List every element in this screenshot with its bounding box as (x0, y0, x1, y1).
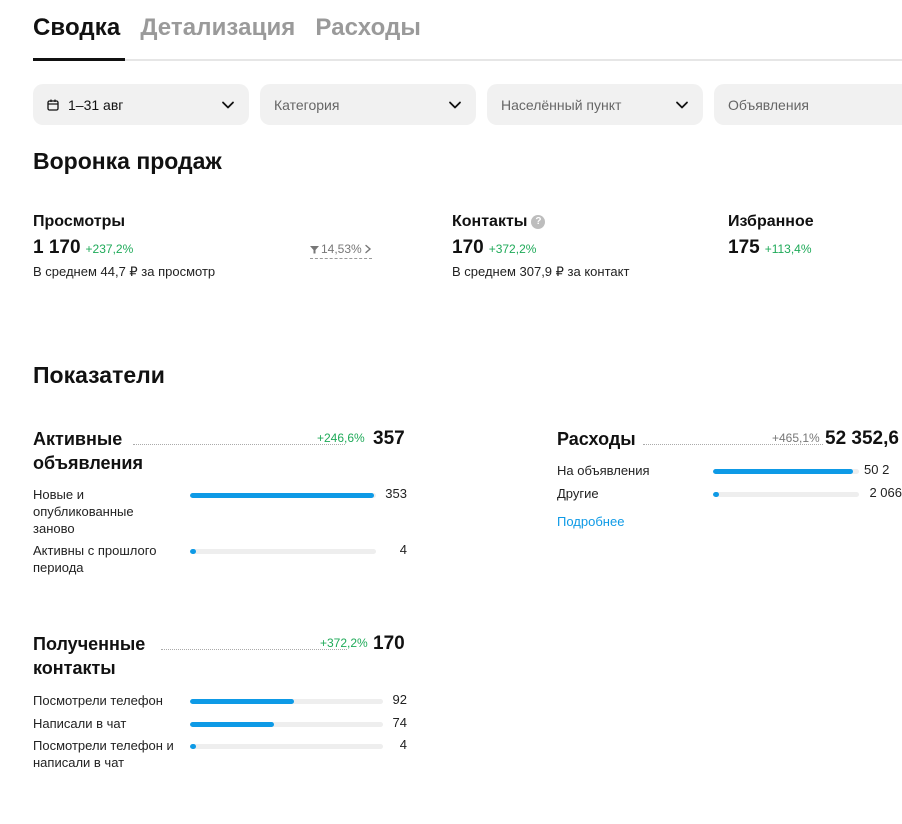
active-ads-value: 357 (373, 428, 405, 449)
expenses-row-bar (713, 492, 859, 497)
funnel-title: Воронка продаж (33, 148, 222, 174)
active-ads-row-value: 4 (399, 542, 407, 557)
contacts-title-line1: Полученные (33, 632, 150, 656)
contacts-row-label: Посмотрели телефон (33, 693, 163, 708)
active-ads-block: Активные +246,6% 357 объявления (33, 427, 407, 475)
contacts-block: Полученные +372,2% 170 контакты (33, 632, 407, 680)
active-ads-change: +246,6% (317, 431, 365, 445)
funnel-contacts: Контакты? 170 +372,2% В среднем 307,9 ₽ з… (452, 213, 629, 280)
expenses-row-label: Другие (557, 486, 599, 501)
locality-filter-placeholder: Населённый пункт (501, 96, 622, 113)
contacts-value: 170 (452, 237, 484, 258)
tabs-divider (33, 59, 902, 61)
views-average: В среднем 44,7 ₽ за просмотр (33, 264, 216, 279)
expenses-row-value: 50 2 (864, 462, 890, 477)
indicators-title: Показатели (33, 362, 165, 388)
expenses-title: Расходы (557, 427, 640, 451)
category-filter[interactable]: Категория (260, 84, 476, 125)
contacts-row-bar (190, 722, 383, 727)
contacts-row-label: Написали в чат (33, 716, 127, 731)
bar-fill (190, 699, 295, 704)
favorites-change: +113,4% (764, 242, 812, 256)
dotted-leader (133, 444, 345, 445)
ads-filter[interactable]: Объявления (714, 84, 902, 125)
locality-filter[interactable]: Населённый пункт (487, 84, 703, 125)
contacts-average: В среднем 307,9 ₽ за контакт (452, 264, 630, 279)
bar-fill (713, 469, 854, 474)
tab-expenses[interactable]: Расходы (315, 14, 421, 42)
contacts-row-bar (190, 699, 383, 704)
bar-fill (190, 744, 196, 749)
chevron-right-icon (365, 244, 371, 254)
expenses-value: 52 352,6 (825, 428, 899, 449)
contacts-row-value: 4 (399, 737, 407, 752)
favorites-value: 175 (728, 237, 760, 258)
views-change: +237,2% (85, 242, 134, 256)
calendar-icon (47, 99, 59, 111)
expenses-block: Расходы +465,1% 52 352,6 (557, 427, 902, 451)
contacts-block-change: +372,2% (320, 636, 368, 650)
conversion-rate[interactable]: 14,53% (310, 242, 372, 259)
tab-details[interactable]: Детализация (140, 14, 295, 42)
help-icon[interactable]: ? (531, 215, 546, 229)
active-ads-title-line2: объявления (33, 453, 143, 473)
tabs-bar: Сводка Детализация Расходы (33, 14, 421, 42)
favorites-label: Избранное (728, 213, 814, 230)
bar-fill (190, 493, 374, 498)
chevron-down-icon (676, 101, 688, 108)
tab-summary[interactable]: Сводка (33, 14, 120, 42)
expenses-row-label: На объявления (557, 463, 650, 478)
contacts-title-line2: контакты (33, 658, 116, 678)
active-ads-title-line1: Активные (33, 427, 127, 451)
active-ads-row-label: Новые и опубликованные заново (33, 487, 134, 536)
funnel-views: Просмотры 1 170 +237,2% В среднем 44,7 ₽ … (33, 213, 215, 280)
category-filter-placeholder: Категория (274, 96, 340, 113)
conversion-value: 14,53% (321, 242, 362, 256)
chevron-down-icon (222, 101, 234, 108)
bar-fill (713, 492, 719, 497)
views-value: 1 170 (33, 237, 81, 258)
active-tab-indicator (33, 58, 125, 61)
contacts-row-value: 74 (392, 715, 407, 730)
contacts-block-value: 170 (373, 633, 405, 654)
contacts-change: +372,2% (488, 242, 537, 256)
contacts-row-value: 92 (392, 692, 407, 707)
expenses-row-value: 2 066 (869, 485, 902, 500)
date-filter[interactable]: 1–31 авг (33, 84, 249, 125)
funnel-icon (310, 245, 319, 253)
bar-fill (190, 722, 274, 727)
expenses-change: +465,1% (772, 431, 820, 445)
ads-filter-placeholder: Объявления (728, 96, 809, 113)
date-filter-value: 1–31 авг (68, 96, 124, 113)
active-ads-row-label: Активны с прошлого периода (33, 543, 157, 575)
active-ads-row-bar (190, 493, 376, 498)
funnel-favorites: Избранное 175 +113,4% (728, 213, 814, 259)
contacts-label: Контакты (452, 213, 528, 230)
chevron-down-icon (449, 101, 461, 108)
contacts-row-bar (190, 744, 383, 749)
expenses-row-bar (713, 469, 859, 474)
bar-fill (190, 549, 196, 554)
active-ads-row-value: 353 (385, 486, 407, 501)
contacts-row-label: Посмотрели телефон и написали в чат (33, 738, 174, 770)
active-ads-row-bar (190, 549, 376, 554)
views-label: Просмотры (33, 213, 126, 230)
expenses-more-link[interactable]: Подробнее (557, 514, 624, 529)
